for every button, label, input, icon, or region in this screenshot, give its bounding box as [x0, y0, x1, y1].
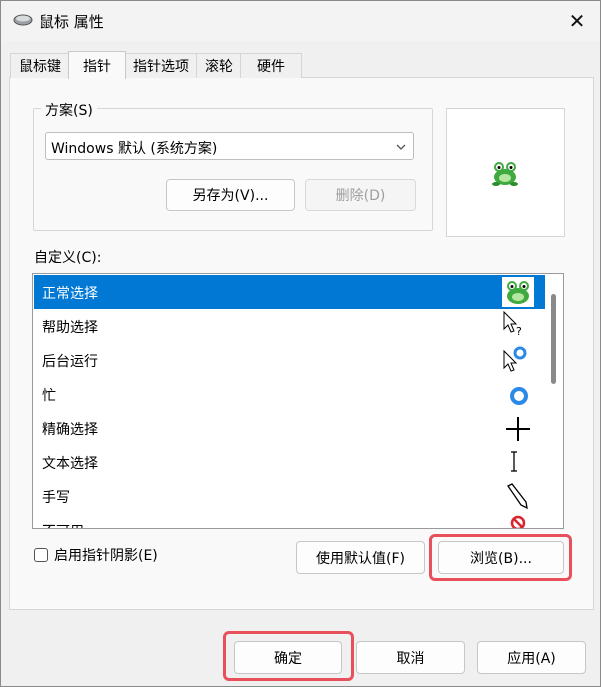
list-item[interactable]: 精确选择 [34, 411, 545, 445]
list-item-label: 精确选择 [42, 422, 98, 438]
busy-cursor-icon [510, 387, 528, 405]
scheme-group-label: 方案(S) [41, 100, 97, 120]
list-item-label: 文本选择 [42, 456, 98, 472]
use-default-button[interactable]: 使用默认值(F) [296, 541, 425, 574]
list-item-label: 忙 [42, 388, 56, 404]
delete-button[interactable]: 删除(D) [305, 179, 416, 211]
close-icon: ✕ [568, 9, 586, 33]
customize-label: 自定义(C): [34, 250, 102, 266]
crosshair-cursor-icon [506, 417, 530, 441]
list-item[interactable]: 文本选择 [34, 445, 545, 479]
save-as-button[interactable]: 另存为(V)... [166, 179, 295, 211]
scheme-dropdown[interactable]: Windows 默认 (系统方案) [45, 132, 414, 160]
list-item-label: 后台运行 [42, 354, 98, 370]
unavailable-cursor-icon [510, 515, 526, 528]
list-scrollbar-thumb[interactable] [551, 294, 556, 384]
list-item[interactable]: 不可用 [34, 513, 545, 528]
help-select-cursor-icon: ? [503, 311, 522, 338]
svg-text:?: ? [516, 325, 522, 338]
mouse-properties-dialog: 鼠标 属性 ✕ 鼠标键 指针 指针选项 滚轮 硬件 方案(S) Windows … [0, 0, 601, 687]
list-item[interactable]: 帮助选择 ? [34, 309, 545, 343]
list-item-label: 手写 [42, 490, 70, 506]
list-item-label: 帮助选择 [42, 320, 98, 336]
list-item-label: 不可用 [42, 521, 84, 528]
list-item[interactable]: 正常选择 [34, 275, 545, 309]
chevron-down-icon [396, 144, 406, 150]
pointer-shadow-option[interactable]: 启用指针阴影(E) [34, 546, 158, 564]
tab-pointer-options[interactable]: 指针选项 [124, 53, 198, 78]
mouse-icon [13, 14, 33, 26]
window-title: 鼠标 属性 [39, 13, 104, 31]
pointer-shadow-label: 启用指针阴影(E) [54, 548, 158, 564]
frog-icon [492, 162, 518, 186]
list-item[interactable]: 忙 [34, 377, 545, 411]
apply-button[interactable]: 应用(A) [477, 641, 586, 674]
pointer-shadow-checkbox[interactable] [34, 548, 48, 562]
tab-wheel[interactable]: 滚轮 [196, 53, 242, 78]
list-item[interactable]: 后台运行 [34, 343, 545, 377]
tab-hardware[interactable]: 硬件 [240, 53, 302, 78]
list-item[interactable]: 手写 [34, 479, 545, 513]
tab-pointers[interactable]: 指针 [68, 51, 126, 79]
browse-highlight [429, 534, 572, 581]
cancel-button[interactable]: 取消 [356, 641, 465, 674]
close-button[interactable]: ✕ [557, 3, 597, 39]
ok-highlight [223, 631, 354, 681]
frog-icon [502, 277, 534, 307]
cursor-list[interactable]: 正常选择 帮助选择 ? 后台运行 忙 精确选择 文本选择 手写 [32, 273, 564, 529]
working-in-background-cursor-icon [503, 346, 527, 372]
scheme-group [33, 108, 433, 231]
pen-cursor-icon [507, 483, 528, 510]
list-item-label: 正常选择 [42, 286, 98, 302]
title-bar: 鼠标 属性 ✕ [1, 1, 600, 41]
cursor-preview [446, 108, 565, 237]
scheme-selected-value: Windows 默认 (系统方案) [51, 141, 218, 157]
text-beam-cursor-icon [511, 451, 517, 472]
tab-buttons[interactable]: 鼠标键 [10, 53, 70, 78]
